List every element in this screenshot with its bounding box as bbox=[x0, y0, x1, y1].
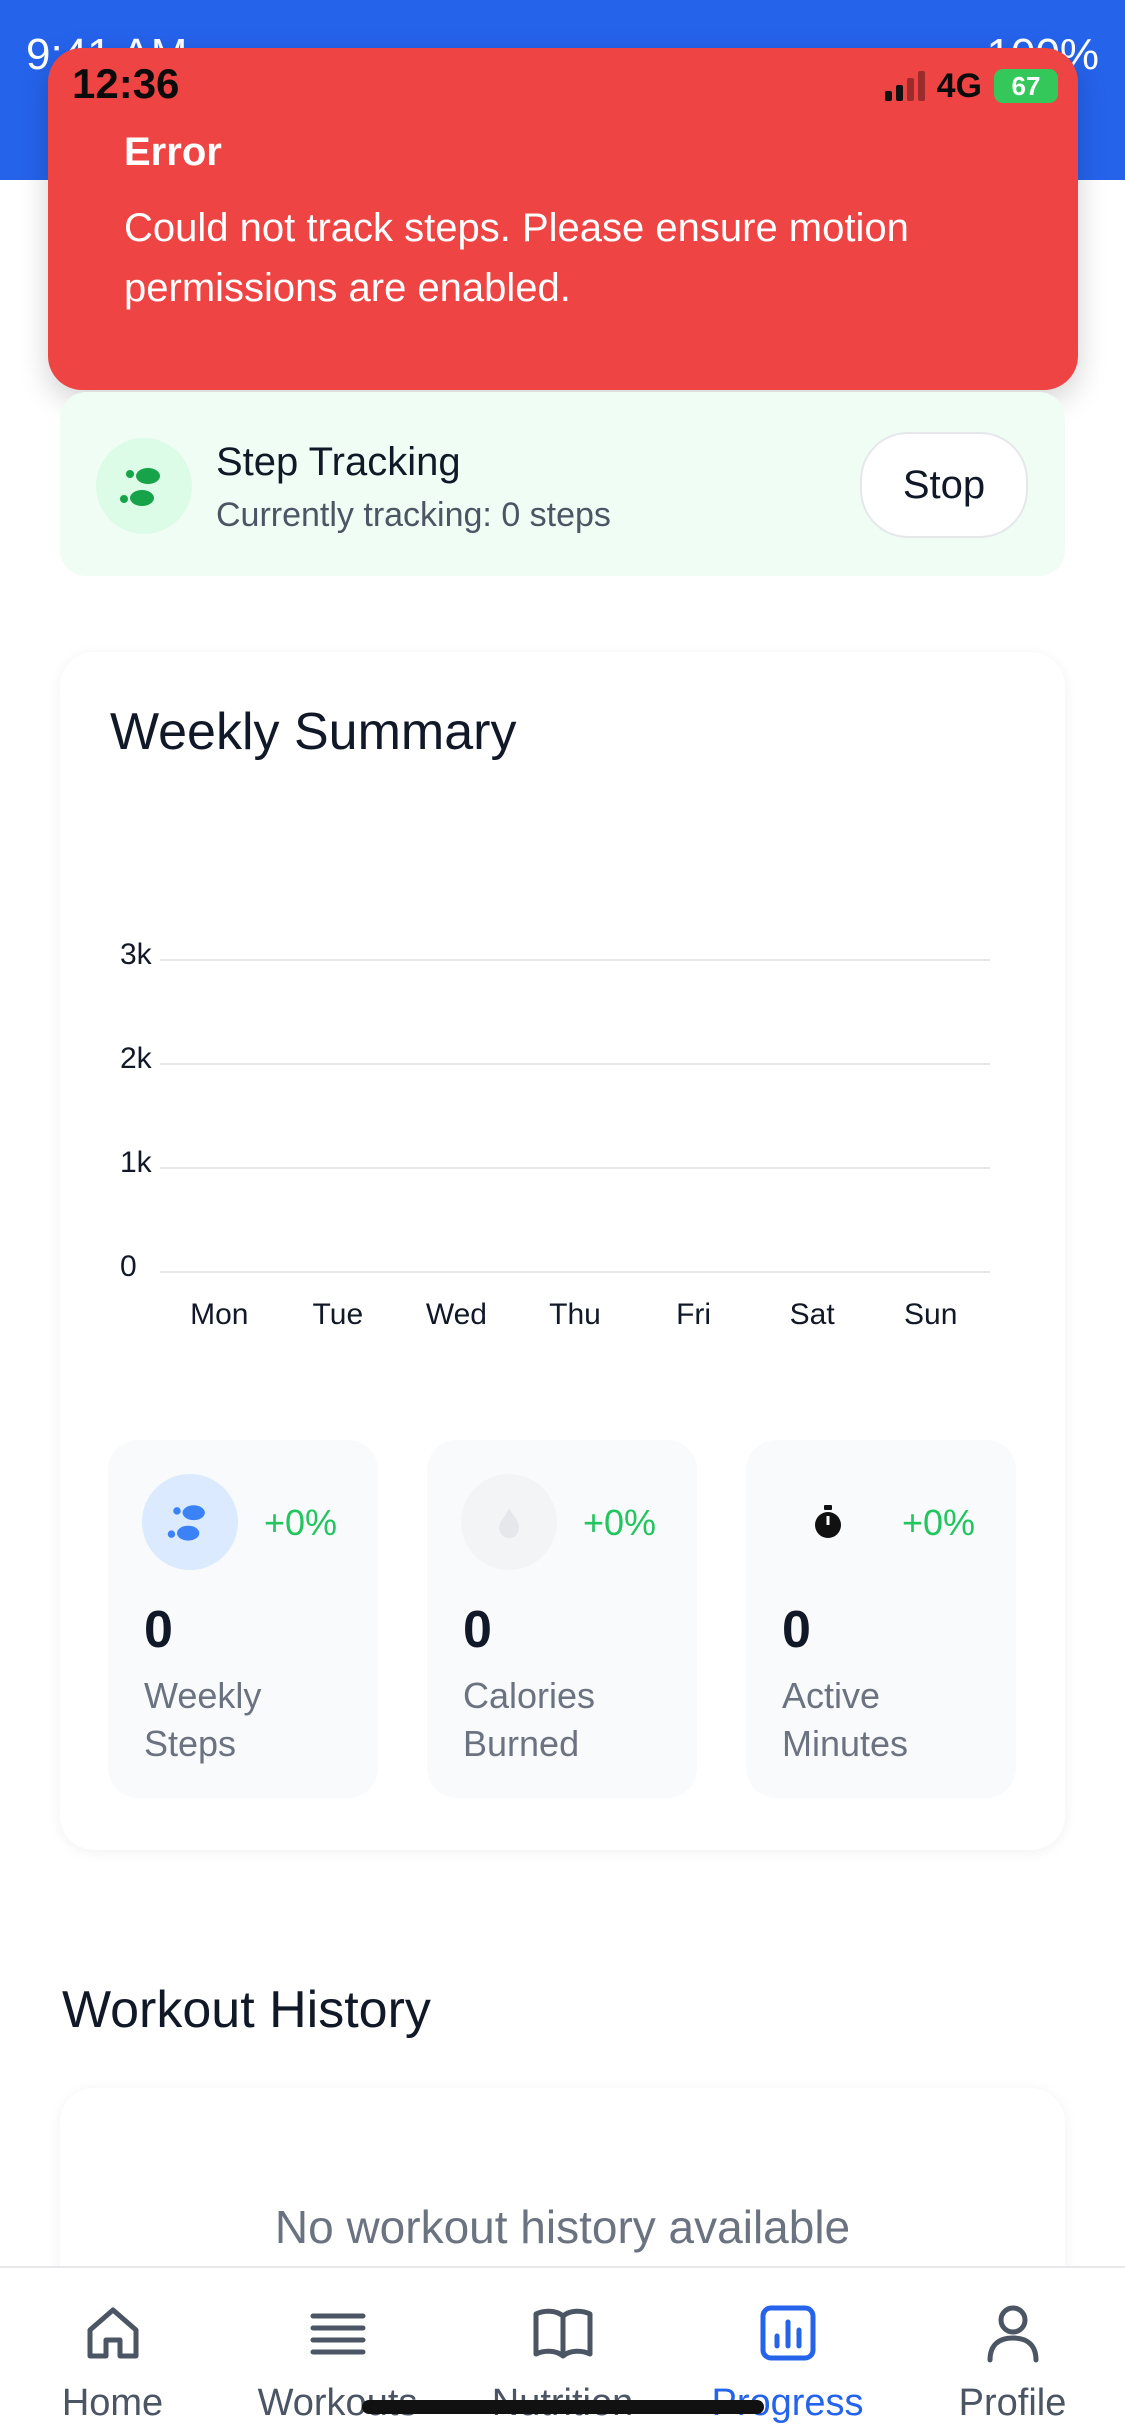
step-tracking-status: Currently tracking: 0 steps bbox=[216, 496, 611, 534]
home-indicator bbox=[362, 2400, 764, 2414]
y-tick-label: 3k bbox=[120, 938, 153, 971]
toast-message: Could not track steps. Please ensure mot… bbox=[124, 206, 909, 310]
workout-history-empty: No workout history available bbox=[274, 2201, 851, 2253]
error-toast[interactable]: 12:36 4G 67 Error Could not track steps.… bbox=[48, 48, 1078, 390]
stat-label: Weekly Steps bbox=[144, 1675, 262, 1764]
step-tracking-title: Step Tracking bbox=[216, 440, 461, 484]
list-icon bbox=[310, 2313, 366, 2355]
workout-history-title: Workout History bbox=[62, 1981, 431, 2039]
person-icon bbox=[987, 2305, 1039, 2363]
x-tick-label: Sun bbox=[904, 1298, 957, 1331]
weekly-summary-card: Weekly Summary 0 1k 2k 3k Mon Tue Wed Thu Fri Sat… bbox=[60, 652, 1065, 1850]
x-tick-label: Fri bbox=[676, 1298, 711, 1331]
step-tracking-card: Step Tracking Currently tracking: 0 step… bbox=[60, 392, 1065, 576]
weekly-steps-chart: 0 1k 2k 3k Mon Tue Wed Thu Fri Sat Sun bbox=[120, 938, 990, 1331]
stat-change: +0% bbox=[264, 1502, 338, 1543]
stat-change: +0% bbox=[583, 1502, 657, 1543]
y-tick-label: 1k bbox=[120, 1146, 153, 1179]
battery-icon: 67 bbox=[994, 69, 1058, 103]
footsteps-icon bbox=[142, 1474, 238, 1570]
y-tick-label: 2k bbox=[120, 1042, 153, 1075]
book-icon bbox=[533, 2308, 593, 2359]
stat-card-active-minutes: +0% 0 Active Minutes bbox=[746, 1440, 1016, 1798]
stat-value: 0 bbox=[782, 1601, 811, 1659]
system-time: 12:36 bbox=[72, 60, 180, 107]
x-tick-label: Sat bbox=[790, 1298, 836, 1331]
system-status-icons: 4G 67 bbox=[884, 64, 1058, 108]
stat-card-calories: +0% 0 Calories Burned bbox=[427, 1440, 697, 1798]
x-tick-label: Tue bbox=[313, 1298, 364, 1331]
x-tick-label: Mon bbox=[190, 1298, 248, 1331]
stat-change: +0% bbox=[902, 1502, 976, 1543]
toast-title: Error bbox=[124, 130, 222, 174]
bar-chart-icon bbox=[760, 2305, 816, 2361]
stop-button[interactable]: Stop bbox=[860, 432, 1028, 538]
x-tick-label: Wed bbox=[426, 1298, 487, 1331]
flame-icon bbox=[461, 1474, 557, 1570]
footsteps-icon bbox=[96, 438, 192, 534]
network-type: 4G bbox=[936, 66, 982, 105]
y-tick-label: 0 bbox=[120, 1250, 137, 1283]
cellular-signal-icon bbox=[884, 71, 925, 101]
stopwatch-icon bbox=[780, 1474, 876, 1570]
stat-card-weekly-steps: +0% 0 Weekly Steps bbox=[108, 1440, 378, 1798]
tab-label: Profile bbox=[958, 2382, 1067, 2424]
stat-value: 0 bbox=[463, 1601, 492, 1659]
x-tick-label: Thu bbox=[549, 1298, 601, 1331]
stat-label: Calories Burned bbox=[463, 1675, 596, 1764]
home-icon bbox=[87, 2307, 139, 2359]
stat-value: 0 bbox=[144, 1601, 173, 1659]
stat-label: Active Minutes bbox=[782, 1675, 909, 1764]
tab-profile[interactable]: Profile bbox=[900, 2268, 1125, 2436]
tab-label: Home bbox=[61, 2382, 164, 2424]
tab-home[interactable]: Home bbox=[0, 2268, 225, 2436]
